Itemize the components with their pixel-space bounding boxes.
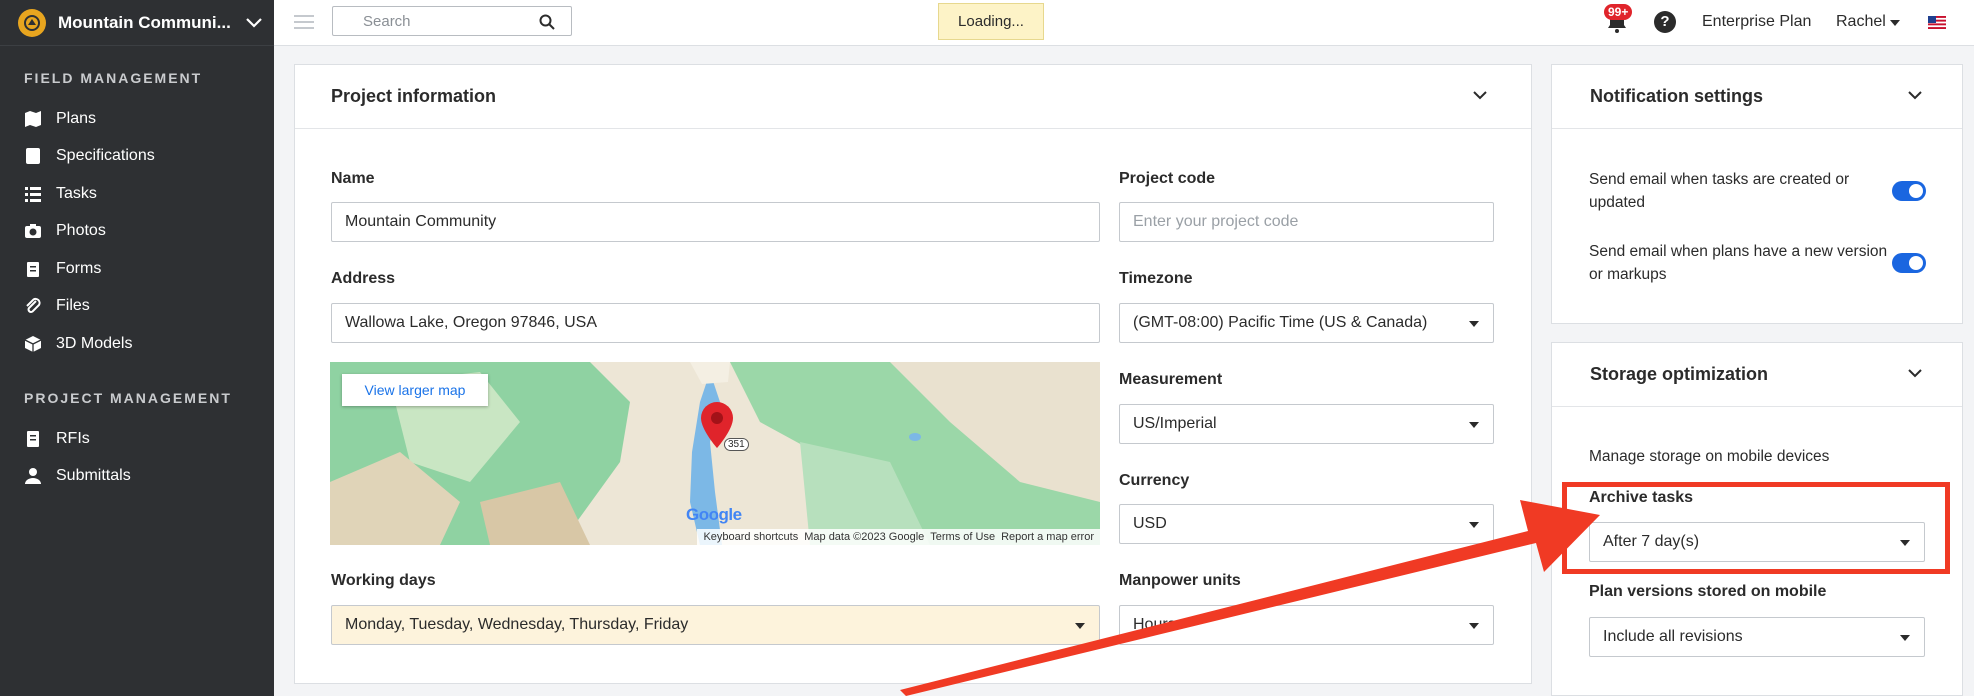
address-field[interactable]: Wallowa Lake, Oregon 97846, USA [331,303,1100,343]
sidebar-item-tasks[interactable]: Tasks [0,175,274,213]
sidebar: Mountain Communi... FIELD MANAGEMENT Pla… [0,0,274,696]
card-header[interactable]: Storage optimization [1552,343,1962,407]
chevron-down-icon[interactable] [245,17,263,29]
hamburger-icon[interactable] [294,14,314,30]
sidebar-item-label: RFIs [56,429,90,447]
loading-indicator: Loading... [938,3,1044,40]
currency-label: Currency [1119,472,1190,489]
chevron-down-icon[interactable] [1908,91,1922,100]
manpower-units-select[interactable]: Hours [1119,605,1494,645]
sidebar-section-field: FIELD MANAGEMENT Plans Specifications Ta… [0,70,274,363]
paperclip-icon [26,298,41,314]
sidebar-item-label: Submittals [56,467,131,485]
map-icon [25,110,41,127]
chevron-down-icon[interactable] [1473,91,1487,100]
sidebar-item-label: Forms [56,259,102,277]
project-name: Mountain Communi... [58,12,231,32]
notification-text: Send email when plans have a new version… [1589,243,1888,283]
user-menu[interactable]: Rachel [1836,13,1886,31]
sidebar-item-label: Specifications [56,147,155,165]
sidebar-item-label: Tasks [56,184,97,202]
timezone-label: Timezone [1119,270,1193,287]
sidebar-item-photos[interactable]: Photos [0,213,274,251]
report-error-link[interactable]: Report a map error [1001,531,1094,543]
highlight-box [1562,482,1950,574]
notification-text: Send email when tasks are created or upd… [1589,171,1850,211]
sidebar-item-rfis[interactable]: RFIs [0,420,274,458]
user-icon [25,468,41,485]
project-switcher[interactable]: Mountain Communi... [0,0,274,46]
plan-link[interactable]: Enterprise Plan [1702,13,1811,31]
chevron-down-icon[interactable] [1908,369,1922,378]
project-code-label: Project code [1119,170,1216,187]
card-title: Project information [331,86,497,106]
card-header[interactable]: Project information [295,65,1531,129]
book-icon [26,148,40,165]
address-label: Address [331,270,396,287]
terms-link[interactable]: Terms of Use [930,531,995,543]
manpower-units-label: Manpower units [1119,572,1241,589]
card-title: Notification settings [1590,86,1764,106]
sidebar-item-3d-models[interactable]: 3D Models [0,325,274,363]
view-larger-map-link[interactable]: View larger map [342,374,488,406]
sidebar-item-label: Files [56,297,90,315]
notification-toggle-plans[interactable] [1892,253,1926,273]
us-flag-icon[interactable] [1928,16,1946,29]
google-logo: Google [686,505,742,524]
sidebar-item-label: Plans [56,109,97,127]
project-code-field[interactable]: Enter your project code [1119,202,1494,242]
map-attribution: Keyboard shortcuts Map data ©2023 Google… [697,529,1100,545]
caret-down-icon[interactable] [1890,20,1900,26]
location-map[interactable]: View larger map 351 Google Keyboard shor… [330,362,1100,545]
name-label: Name [331,170,375,187]
working-days-label: Working days [331,572,436,589]
project-logo-icon [18,8,46,37]
list-icon [25,186,41,202]
sidebar-item-files[interactable]: Files [0,288,274,326]
name-field[interactable]: Mountain Community [331,202,1100,242]
sidebar-item-label: 3D Models [56,334,133,352]
clipboard-icon [27,261,39,277]
sidebar-section-title: PROJECT MANAGEMENT [24,390,232,406]
sidebar-section-title: FIELD MANAGEMENT [24,70,203,86]
sidebar-item-label: Photos [56,222,106,240]
cube-icon [24,335,42,352]
plan-versions-select[interactable]: Include all revisions [1589,617,1925,657]
card-header[interactable]: Notification settings [1552,65,1962,129]
sidebar-item-plans[interactable]: Plans [0,100,274,138]
working-days-select[interactable]: Monday, Tuesday, Wednesday, Thursday, Fr… [331,605,1100,645]
sidebar-item-forms[interactable]: Forms [0,250,274,288]
currency-select[interactable]: USD [1119,504,1494,544]
search-placeholder: Search [363,13,411,30]
notification-toggle-tasks[interactable] [1892,181,1926,201]
keyboard-shortcuts-link[interactable]: Keyboard shortcuts [703,531,798,543]
sidebar-item-submittals[interactable]: Submittals [0,458,274,496]
storage-description: Manage storage on mobile devices [1589,448,1830,465]
plan-versions-label: Plan versions stored on mobile [1589,583,1827,600]
search-icon[interactable] [539,14,555,30]
help-icon[interactable]: ? [1654,11,1676,33]
top-bar: Search Loading... 99+ ? Enterprise Plan … [274,0,1974,46]
measurement-select[interactable]: US/Imperial [1119,404,1494,444]
camera-icon [25,224,41,239]
card-title: Storage optimization [1590,364,1769,384]
sidebar-section-project: PROJECT MANAGEMENT RFIs Submittals [0,390,274,495]
measurement-label: Measurement [1119,371,1223,388]
sidebar-item-specifications[interactable]: Specifications [0,138,274,176]
document-icon [27,430,39,447]
route-shield: 351 [724,438,749,451]
timezone-select[interactable]: (GMT-08:00) Pacific Time (US & Canada) [1119,303,1494,343]
map-data-text: Map data ©2023 Google [804,531,925,543]
notification-badge: 99+ [1604,4,1633,20]
search-input[interactable]: Search [332,6,572,36]
